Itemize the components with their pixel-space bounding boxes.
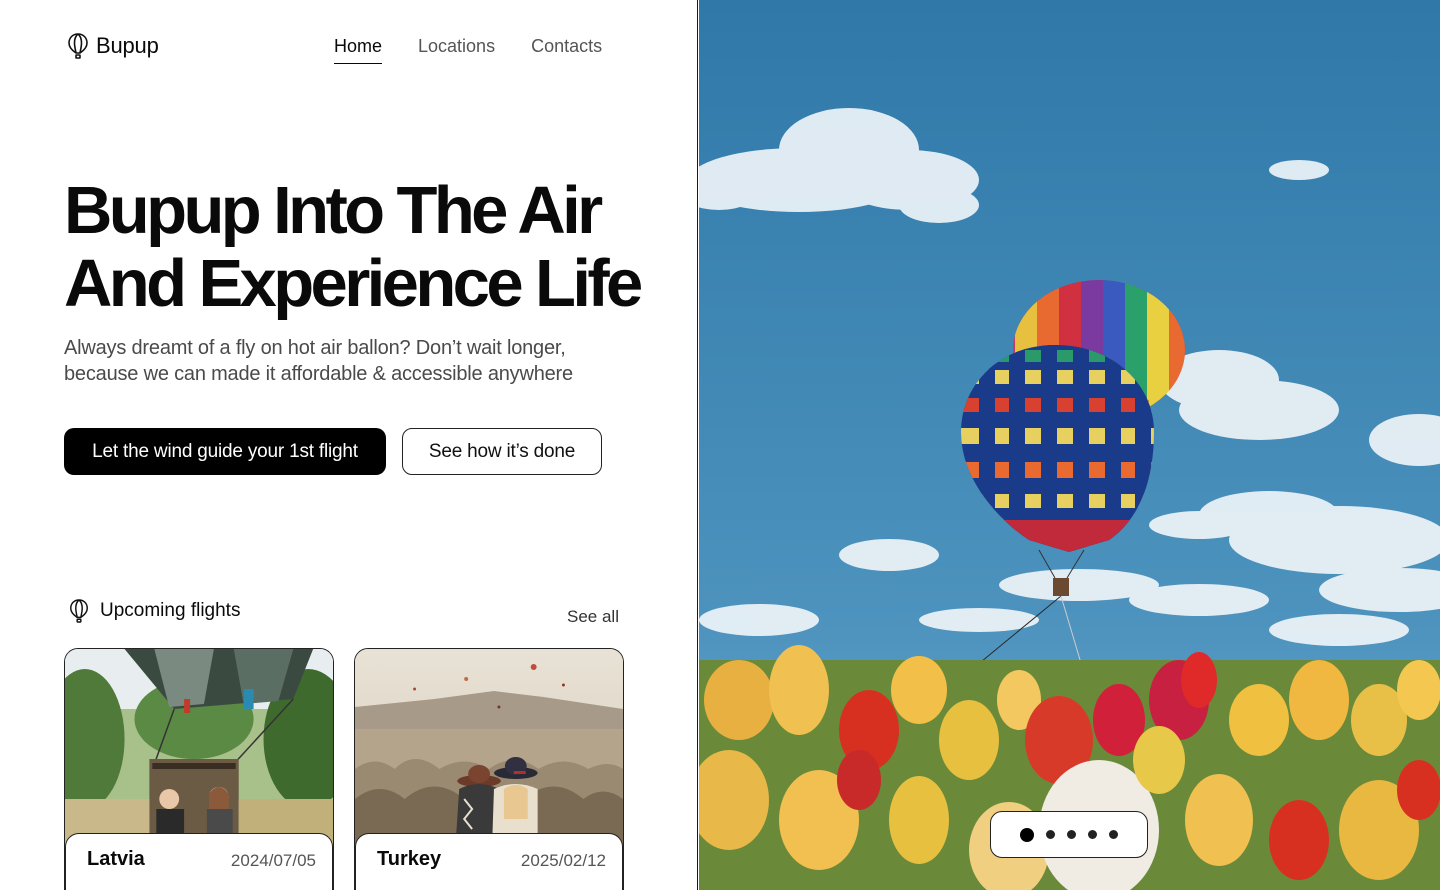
primary-cta-button[interactable]: Let the wind guide your 1st flight (64, 428, 386, 475)
secondary-cta-button[interactable]: See how it’s done (402, 428, 602, 475)
see-all-link[interactable]: See all (567, 607, 619, 627)
balloon-icon (68, 33, 88, 59)
hero-subtitle: Always dreamt of a fly on hot air ballon… (64, 335, 664, 387)
hero-subtitle-line1: Always dreamt of a fly on hot air ballon… (64, 337, 566, 359)
hero-title-line1: Bupup Into The Air (64, 173, 603, 248)
carousel-dot-3[interactable] (1067, 830, 1076, 839)
flight-location: Latvia (87, 848, 145, 870)
flight-date: 2025/02/12 (520, 851, 606, 870)
upcoming-header: Upcoming flights (68, 598, 240, 624)
hero-subtitle-line2: because we can made it affordable & acce… (64, 363, 573, 385)
flight-date: 2024/07/05 (230, 851, 316, 870)
brand-logo[interactable]: Bupup (66, 32, 159, 60)
carousel-dot-2[interactable] (1046, 830, 1055, 839)
balloon-icon (70, 599, 88, 623)
carousel-dot-1[interactable] (1020, 827, 1034, 842)
flight-image-turkey (355, 649, 623, 849)
nav-contacts[interactable]: Contacts (531, 36, 602, 64)
flight-image-latvia (65, 649, 333, 849)
left-panel: Bupup Home Locations Contacts Bupup Into… (0, 0, 698, 890)
flight-card-turkey[interactable]: Turkey 2025/02/12 (354, 648, 624, 890)
main-nav: Home Locations Contacts (334, 36, 602, 64)
hero-title: Bupup Into The Air And Experience Life (64, 174, 684, 320)
upcoming-title: Upcoming flights (100, 600, 241, 621)
nav-locations[interactable]: Locations (418, 36, 495, 64)
nav-home[interactable]: Home (334, 36, 383, 64)
carousel-dot-5[interactable] (1109, 830, 1118, 839)
hero-image-panel (699, 0, 1440, 890)
flight-card-info: Turkey 2025/02/12 (355, 833, 623, 890)
carousel-dot-4[interactable] (1088, 830, 1097, 839)
hero-title-line2: And Experience Life (64, 246, 643, 321)
brand-name: Bupup (96, 33, 159, 58)
carousel-pagination (990, 811, 1148, 858)
flight-card-latvia[interactable]: Latvia 2024/07/05 (64, 648, 334, 890)
flight-card-info: Latvia 2024/07/05 (65, 833, 333, 890)
hero-balloons-photo (699, 0, 1440, 890)
flight-location: Turkey (377, 848, 442, 870)
